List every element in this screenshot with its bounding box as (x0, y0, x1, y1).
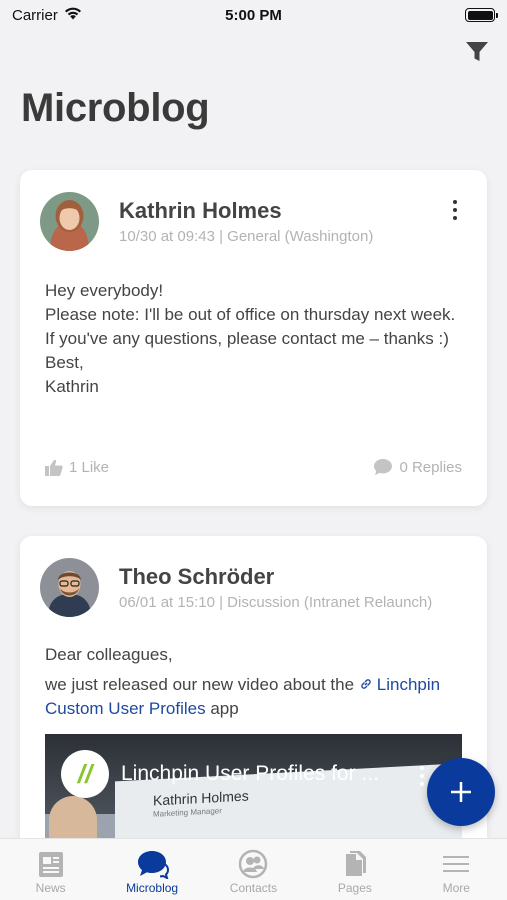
tab-label: Microblog (126, 881, 179, 895)
post-text-line: Hey everybody! (45, 281, 164, 300)
plus-icon (451, 782, 471, 802)
post-text-line: Best, (45, 353, 84, 372)
status-bar: Carrier 5:00 PM (0, 0, 507, 30)
post-text-line: Please note: I'll be out of office on th… (45, 305, 456, 348)
post-body: Hey everybody! Please note: I'll be out … (20, 251, 487, 399)
post-greeting: Dear colleagues, (45, 645, 173, 664)
page-title: Microblog (21, 86, 210, 130)
post-card[interactable]: Theo Schröder 06/01 at 15:10 | Discussio… (20, 536, 487, 866)
filter-button[interactable] (463, 38, 491, 66)
post-text-before-link: we just released our new video about the (45, 675, 359, 694)
post-body: Dear colleagues, we just released our ne… (20, 617, 487, 721)
avatar[interactable] (40, 192, 99, 251)
post-card[interactable]: Kathrin Holmes 10/30 at 09:43 | General … (20, 170, 487, 506)
wifi-icon (64, 7, 82, 24)
tab-microblog[interactable]: Microblog (102, 839, 203, 895)
replies-button[interactable]: 0 Replies (373, 458, 462, 476)
author-name[interactable]: Theo Schröder (119, 564, 432, 590)
post-options-button[interactable] (449, 198, 461, 222)
post-text: we just released our new video about the… (45, 673, 462, 721)
more-menu-icon (441, 847, 471, 881)
post-header: Theo Schröder 06/01 at 15:10 | Discussio… (20, 536, 487, 617)
post-header: Kathrin Holmes 10/30 at 09:43 | General … (20, 170, 487, 251)
tab-label: News (35, 881, 66, 895)
author-name[interactable]: Kathrin Holmes (119, 198, 373, 224)
linchpin-logo: // (61, 750, 109, 798)
video-options-button[interactable] (420, 766, 426, 786)
like-count: 1 Like (69, 458, 110, 476)
link-icon (361, 679, 371, 689)
tab-pages[interactable]: Pages (304, 839, 405, 895)
new-post-button[interactable] (427, 758, 495, 826)
video-title[interactable]: Linchpin User Profiles for ... (121, 762, 401, 786)
reply-count: 0 Replies (399, 458, 462, 476)
tab-news[interactable]: News (0, 839, 101, 895)
pages-icon (340, 847, 370, 881)
avatar[interactable] (40, 558, 99, 617)
carrier-label: Carrier (12, 6, 58, 24)
tab-more[interactable]: More (406, 839, 507, 895)
filter-icon (466, 42, 488, 61)
post-text-after-link: app (205, 699, 239, 718)
microblog-icon (135, 847, 170, 881)
tab-bar: News Microblog Contacts Pages More (0, 838, 507, 900)
post-meta: 06/01 at 15:10 | Discussion (Intranet Re… (119, 594, 433, 611)
tab-contacts[interactable]: Contacts (203, 839, 304, 895)
post-footer: 1 Like 0 Replies (45, 458, 462, 476)
tab-label: Contacts (229, 881, 278, 895)
post-meta: 10/30 at 09:43 | General (Washington) (119, 228, 374, 245)
news-icon (36, 847, 66, 881)
battery-icon (465, 8, 498, 22)
tab-label: More (442, 881, 470, 895)
contacts-icon (238, 847, 268, 881)
tab-label: Pages (337, 881, 372, 895)
status-left: Carrier (12, 7, 82, 24)
microblog-feed: Kathrin Holmes 10/30 at 09:43 | General … (20, 170, 487, 896)
post-text-line: Kathrin (45, 377, 99, 396)
like-button[interactable]: 1 Like (45, 459, 109, 476)
thumbs-up-icon (45, 459, 63, 476)
comment-icon (374, 459, 393, 475)
